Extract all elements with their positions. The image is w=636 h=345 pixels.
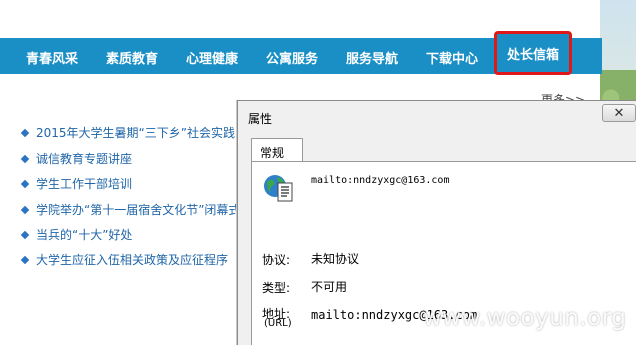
list-item[interactable]: 学生工作干部培训 bbox=[20, 175, 132, 192]
list-item[interactable]: 当兵的“十大”好处 bbox=[20, 226, 132, 243]
list-item[interactable]: 大学生应征入伍相关政策及应征程序 bbox=[20, 251, 228, 268]
shortcut-url: mailto:nndzyxgc@163.com bbox=[311, 175, 450, 186]
news-title[interactable]: 大学生应征入伍相关政策及应征程序 bbox=[36, 253, 228, 267]
list-item[interactable]: 2015年大学生暑期“三下乡”社会实践 bbox=[20, 124, 235, 141]
protocol-value: 未知协议 bbox=[311, 252, 360, 266]
type-label: 类型: bbox=[262, 281, 291, 295]
bullet-icon bbox=[20, 205, 30, 215]
bullet-icon bbox=[20, 179, 30, 189]
news-title[interactable]: 学生工作干部培训 bbox=[36, 177, 132, 191]
watermark: www.wooyun.org bbox=[423, 305, 627, 331]
dialog-title: 属性 bbox=[248, 112, 273, 126]
address-sub-label: (URL) bbox=[264, 318, 292, 329]
bullet-icon bbox=[20, 128, 30, 138]
nav-item-youth[interactable]: 青春风采 bbox=[26, 48, 78, 67]
tab-general[interactable]: 常规 bbox=[251, 138, 303, 162]
main-nav: 青春风采 素质教育 心理健康 公寓服务 服务导航 下载中心 处长信箱 bbox=[0, 31, 602, 75]
news-title[interactable]: 2015年大学生暑期“三下乡”社会实践 bbox=[36, 126, 235, 140]
news-title[interactable]: 诚信教育专题讲座 bbox=[36, 152, 132, 166]
internet-shortcut-icon bbox=[264, 175, 293, 202]
nav-item-director-mailbox[interactable]: 处长信箱 bbox=[494, 31, 573, 75]
nav-item-download-center[interactable]: 下载中心 bbox=[426, 48, 478, 67]
close-button[interactable]: ✕ bbox=[602, 104, 636, 122]
list-item[interactable]: 诚信教育专题讲座 bbox=[20, 150, 132, 167]
bullet-icon bbox=[20, 255, 30, 265]
nav-item-quality-education[interactable]: 素质教育 bbox=[106, 48, 158, 67]
nav-item-mental-health[interactable]: 心理健康 bbox=[186, 48, 238, 67]
nav-item-service-guide[interactable]: 服务导航 bbox=[346, 48, 398, 67]
news-title[interactable]: 当兵的“十大”好处 bbox=[36, 228, 132, 242]
protocol-label: 协议: bbox=[262, 253, 291, 267]
close-icon: ✕ bbox=[613, 105, 625, 121]
news-title[interactable]: 学院举办“第十一届宿舍文化节”闭幕式 bbox=[36, 203, 240, 217]
bullet-icon bbox=[20, 230, 30, 240]
nav-item-dorm-service[interactable]: 公寓服务 bbox=[266, 48, 318, 67]
type-value: 不可用 bbox=[311, 280, 348, 294]
dialog-titlebar[interactable]: 属性 bbox=[238, 101, 636, 131]
list-item[interactable]: 学院举办“第十一届宿舍文化节”闭幕式 bbox=[20, 201, 240, 218]
bullet-icon bbox=[20, 154, 30, 164]
